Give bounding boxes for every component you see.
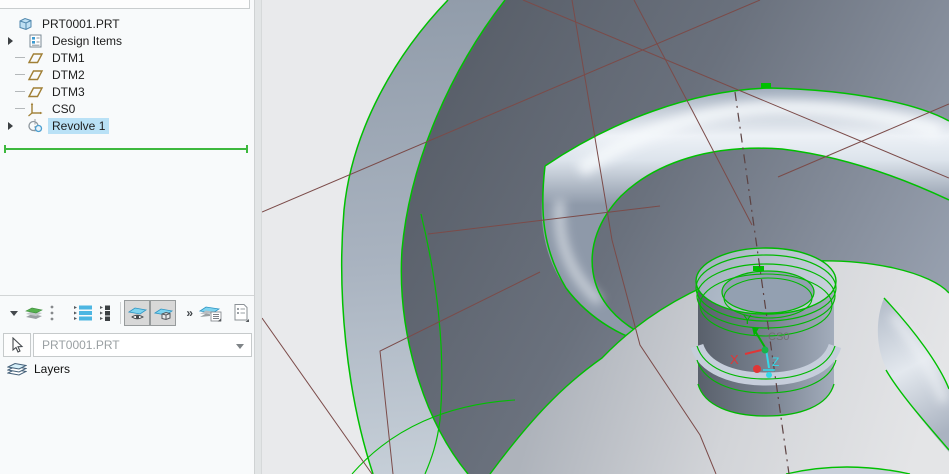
combo-caret-icon[interactable] — [236, 344, 244, 349]
model-selector-row: PRT0001.PRT — [3, 333, 252, 357]
layer-toolbar: » — [0, 296, 254, 330]
expander-icon[interactable] — [5, 121, 15, 130]
selected-model-name: PRT0001.PRT — [42, 338, 120, 352]
layer-options-icon — [234, 304, 250, 322]
kebab-icon — [50, 305, 53, 321]
tree-node-label: PRT0001.PRT — [42, 16, 120, 31]
tree-node-label: Revolve 1 — [48, 117, 110, 134]
model-selector-combo[interactable]: PRT0001.PRT — [33, 333, 252, 357]
toolbar-overflow-chevron[interactable]: » — [186, 306, 193, 320]
x-axis-label: X — [730, 352, 739, 367]
model-tree-panel: PRT0001.PRT Design Items DTM1 DTM2 DTM3 … — [0, 0, 254, 474]
layers-icon — [7, 362, 27, 376]
tree-node-dtm3[interactable]: DTM3 — [0, 83, 250, 100]
y-axis-label: Y — [743, 312, 752, 327]
panel-splitter[interactable] — [254, 0, 262, 474]
layers-label: Layers — [34, 362, 71, 376]
datum-plane-icon — [27, 69, 44, 80]
csys-origin-handle[interactable] — [761, 346, 769, 354]
layers-stack-button[interactable] — [22, 300, 47, 326]
z-axis-label: Z — [772, 355, 779, 369]
layer-visibility-icon — [127, 307, 147, 320]
layer-tree-section: » PRT0001.PRT Layers — [0, 295, 254, 474]
cad-application-window: PRT0001.PRT Design Items DTM1 DTM2 DTM3 … — [0, 0, 949, 474]
layer-tree-view-button[interactable] — [197, 300, 225, 326]
expander-icon[interactable] — [5, 36, 15, 45]
selection-handle[interactable] — [761, 83, 771, 88]
tree-node-root-part[interactable]: PRT0001.PRT — [0, 15, 250, 32]
model-tree: PRT0001.PRT Design Items DTM1 DTM2 DTM3 … — [0, 15, 250, 134]
insert-here-line[interactable] — [4, 145, 248, 153]
tree-connector — [15, 74, 27, 75]
design-items-icon — [29, 34, 42, 47]
datum-plane-icon — [27, 52, 44, 63]
tree-connector — [15, 91, 27, 92]
collapse-all-button[interactable] — [96, 300, 117, 326]
select-tool-button[interactable] — [3, 333, 31, 357]
model-render[interactable]: Y X Z CS0 — [262, 0, 949, 474]
tree-node-label: DTM2 — [52, 67, 85, 82]
tree-node-label: Design Items — [52, 33, 123, 48]
layer-settings-button[interactable] — [229, 300, 254, 326]
layers-root-item[interactable]: Layers — [0, 361, 254, 377]
expand-tree-icon — [73, 305, 92, 321]
more-options-kebab[interactable] — [47, 300, 57, 326]
center-boss[interactable] — [690, 247, 842, 417]
tree-node-dtm2[interactable]: DTM2 — [0, 66, 250, 83]
datum-plane-icon — [27, 86, 44, 97]
part-icon — [19, 17, 32, 30]
3d-viewport[interactable]: Y X Z CS0 — [262, 0, 949, 474]
cursor-arrow-icon — [12, 337, 24, 353]
toggle-layer-visibility-button[interactable] — [124, 300, 151, 326]
tree-node-label: DTM3 — [52, 84, 85, 99]
tree-connector — [15, 57, 27, 58]
layer-solid-icon — [153, 308, 173, 321]
tree-node-dtm1[interactable]: DTM1 — [0, 49, 250, 66]
layers-stack-icon — [25, 307, 44, 319]
tree-node-cs0[interactable]: CS0 — [0, 100, 250, 117]
csys-z-handle[interactable] — [766, 372, 772, 378]
dropdown-caret-icon — [9, 311, 18, 316]
toggle-layer-items-button[interactable] — [150, 300, 177, 326]
layer-tree-view-icon — [199, 306, 222, 322]
tree-filter-box[interactable] — [0, 0, 250, 9]
revolve-icon — [28, 118, 43, 133]
collapse-tree-icon — [99, 305, 110, 321]
csys-icon — [28, 102, 43, 116]
selection-handle[interactable] — [753, 266, 764, 271]
tree-node-label: CS0 — [52, 101, 76, 116]
csys-name-label: CS0 — [768, 331, 789, 343]
tree-node-design-items[interactable]: Design Items — [0, 32, 250, 49]
tree-node-label: DTM1 — [52, 50, 85, 65]
tree-connector — [15, 108, 27, 109]
csys-x-handle[interactable] — [753, 365, 761, 373]
expand-all-button[interactable] — [70, 300, 96, 326]
layers-dropdown-button[interactable] — [6, 300, 22, 326]
tree-node-revolve1[interactable]: Revolve 1 — [0, 117, 250, 134]
